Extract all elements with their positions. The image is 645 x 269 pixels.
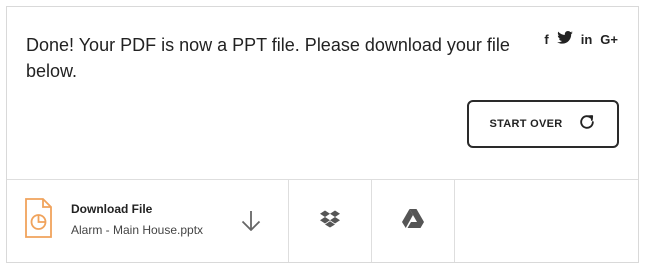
dropbox-button[interactable]: [289, 180, 372, 262]
download-arrow-icon[interactable]: [240, 209, 262, 238]
file-name[interactable]: Alarm - Main House.pptx: [71, 223, 203, 237]
result-card: Done! Your PDF is now a PPT file. Please…: [6, 6, 639, 263]
pptx-file-icon: [24, 198, 52, 243]
refresh-icon: [577, 112, 597, 137]
linkedin-icon[interactable]: in: [581, 32, 593, 48]
social-share: f in G+: [544, 31, 618, 48]
download-file-title[interactable]: Download File: [71, 202, 152, 216]
start-over-button[interactable]: START OVER: [467, 100, 619, 148]
facebook-icon[interactable]: f: [544, 32, 548, 48]
twitter-icon[interactable]: [556, 31, 573, 48]
empty-action-cell: [455, 180, 638, 262]
dropbox-icon: [320, 210, 340, 233]
result-header: Done! Your PDF is now a PPT file. Please…: [7, 7, 638, 180]
google-plus-icon[interactable]: G+: [600, 32, 618, 48]
file-actions-row: Download File Alarm - Main House.pptx: [7, 180, 638, 262]
google-drive-button[interactable]: [372, 180, 455, 262]
start-over-label: START OVER: [489, 118, 563, 130]
google-drive-icon: [402, 209, 424, 233]
file-cell: Download File Alarm - Main House.pptx: [7, 180, 289, 262]
success-message: Done! Your PDF is now a PPT file. Please…: [26, 35, 510, 81]
